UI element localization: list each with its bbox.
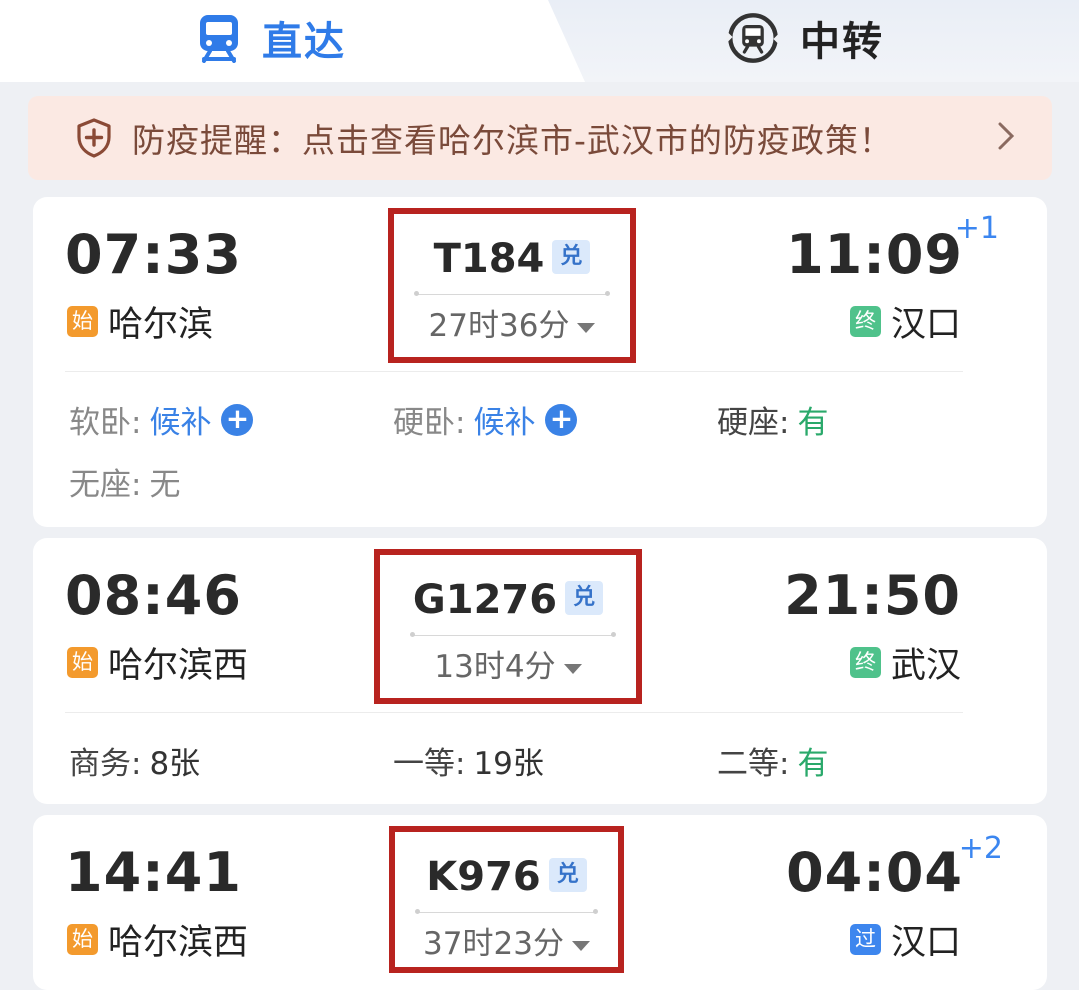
exchange-badge: 兑 (552, 240, 591, 274)
arrival-station-name: 汉口 (890, 923, 961, 963)
exchange-badge: 兑 (548, 858, 587, 892)
seat-hard-sleeper[interactable]: 硬卧: 候补 + (393, 397, 578, 442)
exchange-badge: 兑 (565, 581, 604, 615)
chevron-right-icon (998, 122, 1015, 150)
seat-value: 无 (149, 467, 181, 503)
seat-hard-seat[interactable]: 硬座: 有 (717, 397, 828, 442)
pass-badge: 过 (849, 924, 881, 955)
arrival-station: 终 武汉 (849, 637, 961, 688)
arrival-station-name: 汉口 (890, 305, 961, 345)
seat-label: 一等: (393, 746, 466, 782)
train-number: K976 兑 (395, 854, 618, 900)
travel-duration[interactable]: 37时23分 (395, 918, 618, 963)
arrival-time: 21:50 (784, 564, 961, 627)
end-badge: 终 (849, 306, 881, 337)
train-number-text: T184 (433, 236, 545, 282)
seat-label: 无座: (69, 467, 142, 503)
train-front-icon (200, 15, 238, 63)
train-divider (415, 909, 598, 914)
card-divider (65, 712, 963, 713)
travel-duration[interactable]: 27时36分 (394, 300, 630, 345)
seat-label: 软卧: (69, 405, 142, 441)
tab-transfer-label: 中转 (800, 19, 884, 65)
seat-value: 8张 (149, 746, 201, 782)
seat-no-seat[interactable]: 无座: 无 (69, 459, 180, 504)
tab-transfer[interactable]: 中转 (726, 0, 884, 76)
duration-text: 13时4分 (434, 649, 556, 685)
departure-station-name: 哈尔滨西 (108, 923, 249, 963)
tab-bar: 直达 中转 (0, 0, 1079, 82)
notice-text: 防疫提醒：点击查看哈尔滨市-武汉市的防疫政策！ (132, 121, 893, 160)
seat-value: 有 (797, 405, 829, 441)
train-info-highlight[interactable]: T184 兑 27时36分 (388, 208, 636, 363)
train-card-t184[interactable]: 07:33 始 哈尔滨 T184 兑 27时36分 11:09 +1 终 汉口 软… (33, 197, 1047, 527)
departure-station-name: 哈尔滨 (108, 305, 214, 345)
arrival-day-offset: +2 (958, 831, 1003, 866)
epidemic-notice-banner[interactable]: 防疫提醒：点击查看哈尔滨市-武汉市的防疫政策！ (28, 96, 1052, 180)
arrival-station-name: 武汉 (890, 646, 961, 686)
seat-second-class[interactable]: 二等: 有 (717, 738, 828, 783)
seat-label: 二等: (717, 746, 790, 782)
train-info-highlight[interactable]: K976 兑 37时23分 (389, 826, 624, 973)
seat-label: 商务: (69, 746, 142, 782)
train-number: T184 兑 (394, 236, 630, 282)
shield-plus-icon (77, 118, 111, 158)
card-divider (65, 371, 963, 372)
travel-duration[interactable]: 13时4分 (380, 641, 636, 686)
caret-down-icon (571, 940, 590, 951)
train-info-highlight[interactable]: G1276 兑 13时4分 (374, 549, 642, 704)
seat-value: 候补 (473, 405, 536, 441)
arrival-station: 过 汉口 (849, 914, 961, 965)
start-badge: 始 (67, 924, 98, 955)
transfer-train-icon (726, 13, 780, 63)
train-number-text: K976 (426, 854, 541, 900)
add-waitlist-icon[interactable]: + (221, 403, 254, 436)
arrival-time: 11:09 (786, 223, 963, 286)
caret-down-icon (563, 663, 582, 674)
departure-time: 07:33 (65, 223, 242, 286)
start-badge: 始 (67, 647, 98, 678)
seat-first-class[interactable]: 一等: 19张 (393, 738, 544, 783)
start-badge: 始 (67, 306, 98, 337)
tab-direct-label: 直达 (262, 19, 346, 65)
end-badge: 终 (849, 647, 881, 678)
departure-time: 08:46 (65, 564, 242, 627)
departure-station-name: 哈尔滨西 (108, 646, 249, 686)
arrival-day-offset: +1 (954, 211, 999, 246)
seat-soft-sleeper[interactable]: 软卧: 候补 + (69, 397, 254, 442)
departure-station: 始 哈尔滨 (67, 296, 213, 347)
departure-time: 14:41 (65, 841, 242, 904)
train-divider (414, 291, 610, 296)
arrival-station: 终 汉口 (849, 296, 961, 347)
caret-down-icon (577, 322, 596, 333)
seat-value: 候补 (149, 405, 212, 441)
duration-text: 37时23分 (423, 926, 564, 962)
seat-value: 有 (797, 746, 829, 782)
seat-label: 硬座: (717, 405, 790, 441)
train-number-text: G1276 (412, 577, 558, 623)
train-number: G1276 兑 (380, 577, 636, 623)
tab-direct[interactable]: 直达 (196, 0, 346, 76)
departure-station: 始 哈尔滨西 (67, 637, 248, 688)
train-card-k976[interactable]: 14:41 始 哈尔滨西 K976 兑 37时23分 04:04 +2 过 汉口 (33, 815, 1047, 990)
add-waitlist-icon[interactable]: + (545, 403, 578, 436)
seat-value: 19张 (473, 746, 544, 782)
duration-text: 27时36分 (428, 308, 570, 344)
train-card-g1276[interactable]: 08:46 始 哈尔滨西 G1276 兑 13时4分 21:50 终 武汉 商务:… (33, 538, 1047, 804)
seat-business[interactable]: 商务: 8张 (69, 738, 200, 783)
train-divider (410, 632, 616, 637)
departure-station: 始 哈尔滨西 (67, 914, 248, 965)
arrival-time: 04:04 (786, 841, 963, 904)
seat-label: 硬卧: (393, 405, 466, 441)
